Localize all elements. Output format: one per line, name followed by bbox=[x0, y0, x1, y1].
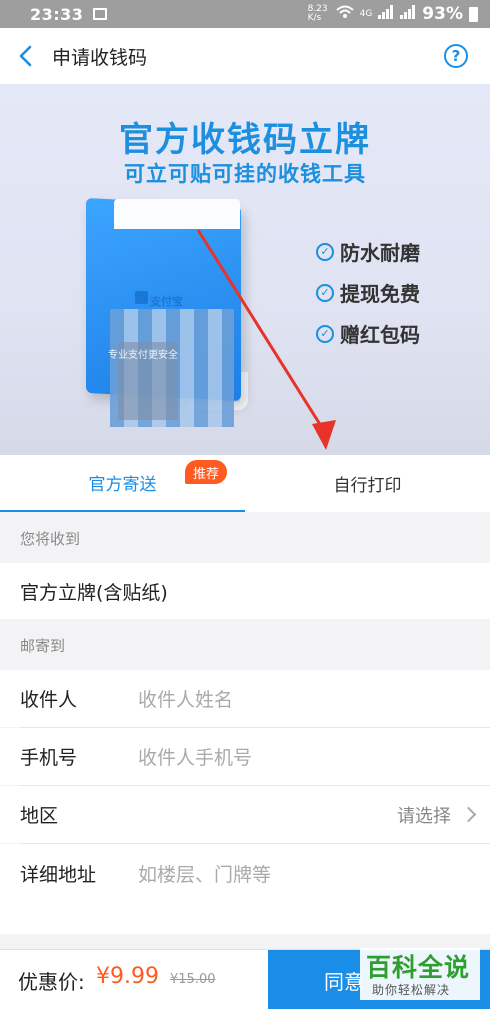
region-label: 地区 bbox=[20, 805, 59, 827]
phone-row[interactable]: 手机号 收件人手机号 bbox=[0, 728, 490, 785]
status-bar: 23:33 8.23 K/s 4G 93% bbox=[0, 0, 490, 28]
page-title: 申请收钱码 bbox=[52, 46, 148, 69]
phone-label: 手机号 bbox=[20, 747, 78, 769]
status-right: 8.23 K/s 4G 93% bbox=[308, 4, 478, 24]
promo-banner: 官方收钱码立牌 可立可贴可挂的收钱工具 支付宝 专业支付更安全 ✓ 防水耐磨 ✓… bbox=[0, 84, 490, 455]
network-type: 4G bbox=[359, 9, 373, 19]
net-speed: 8.23 K/s bbox=[307, 4, 328, 23]
battery-level: 93% bbox=[422, 4, 463, 24]
received-item: 官方立牌(含贴纸) bbox=[20, 581, 168, 604]
tab-self-print[interactable]: 自行打印 bbox=[245, 455, 490, 512]
original-price: ¥15.00 bbox=[170, 972, 216, 987]
phone-input[interactable]: 收件人手机号 bbox=[138, 743, 252, 770]
recipient-label: 收件人 bbox=[20, 689, 78, 711]
discount-price: ¥9.99 bbox=[96, 964, 159, 989]
wifi-icon bbox=[335, 5, 354, 23]
section-label-mail: 邮寄到 bbox=[0, 620, 490, 670]
price-label: 优惠价: bbox=[18, 970, 85, 994]
section-label-receive: 您将收到 bbox=[0, 513, 490, 563]
tab-label: 官方寄送 bbox=[88, 475, 157, 495]
address-input[interactable]: 如楼层、门牌等 bbox=[138, 860, 271, 887]
region-select[interactable]: 请选择 bbox=[397, 802, 477, 828]
back-button[interactable] bbox=[0, 28, 50, 84]
battery-icon bbox=[469, 6, 478, 22]
red-annotation-arrow bbox=[196, 229, 336, 450]
recipient-row[interactable]: 收件人 收件人姓名 bbox=[0, 670, 490, 727]
received-item-row: 官方立牌(含贴纸) bbox=[0, 563, 490, 619]
watermark-title: 百科全说 bbox=[366, 953, 471, 982]
recipient-input[interactable]: 收件人姓名 bbox=[138, 685, 233, 712]
status-time: 23:33 bbox=[30, 4, 84, 24]
delivery-tabs: 官方寄送 推荐 自行打印 bbox=[0, 455, 490, 512]
chevron-left-icon bbox=[19, 45, 32, 67]
address-row[interactable]: 详细地址 如楼层、门牌等 bbox=[0, 844, 490, 934]
signal-icon bbox=[378, 5, 394, 23]
agree-button-label: 同意 bbox=[324, 969, 364, 994]
address-label: 详细地址 bbox=[20, 864, 97, 886]
region-row[interactable]: 地区 请选择 bbox=[0, 786, 490, 843]
recommend-badge: 推荐 bbox=[185, 460, 228, 484]
question-circle-icon: ? bbox=[451, 47, 461, 65]
nav-bar: 申请收钱码 ? bbox=[0, 28, 490, 84]
region-value: 请选择 bbox=[397, 805, 451, 827]
site-watermark: 百科全说 助你轻松解决 bbox=[360, 948, 480, 1000]
chevron-right-icon bbox=[460, 806, 477, 823]
image-notification-icon bbox=[93, 8, 108, 20]
tab-label: 自行打印 bbox=[333, 476, 402, 496]
signal-icon-2 bbox=[400, 5, 416, 23]
watermark-subtitle: 助你轻松解决 bbox=[372, 983, 451, 997]
help-button[interactable]: ? bbox=[444, 44, 468, 68]
